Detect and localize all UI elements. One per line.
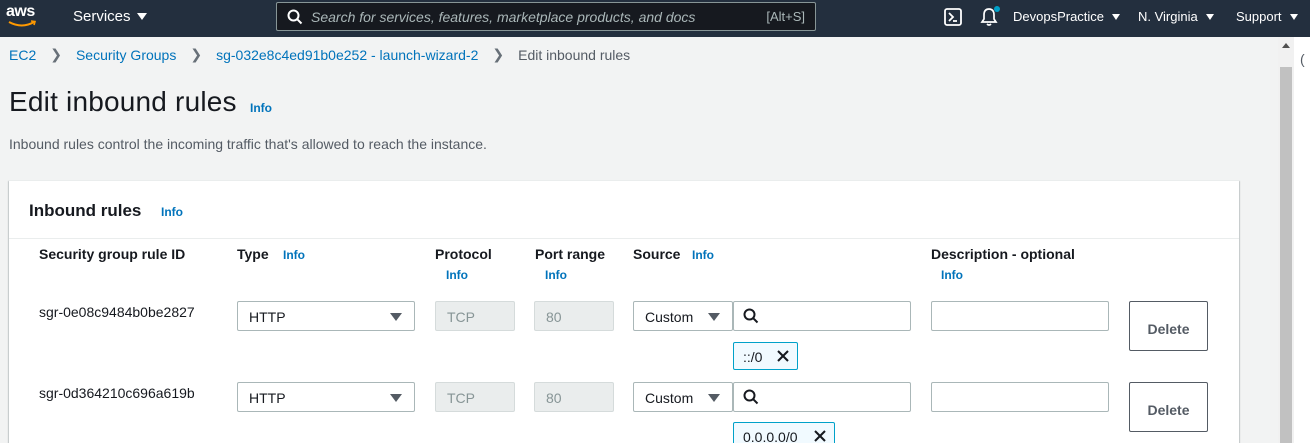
support-label: Support bbox=[1236, 9, 1282, 24]
magnifier-icon bbox=[743, 308, 759, 324]
cidr-token-value: 0.0.0.0/0 bbox=[743, 429, 798, 443]
region-label: N. Virginia bbox=[1138, 9, 1198, 24]
panel-header: Inbound rules Info bbox=[9, 181, 1239, 239]
type-select[interactable]: HTTP bbox=[237, 382, 415, 412]
support-menu[interactable]: Support bbox=[1236, 9, 1298, 24]
dropdown-caret-icon bbox=[136, 13, 147, 20]
breadcrumb-current: Edit inbound rules bbox=[518, 46, 631, 63]
top-navigation: aws Services [Alt+S] DevopsPractice N. V… bbox=[0, 0, 1310, 37]
region-menu[interactable]: N. Virginia bbox=[1138, 9, 1214, 24]
page-title: Edit inbound rules bbox=[9, 86, 237, 117]
rule-id: sgr-0d364210c696a619b bbox=[39, 385, 195, 401]
description-info-link[interactable]: Info bbox=[941, 268, 963, 282]
source-type-select[interactable]: Custom bbox=[633, 382, 733, 412]
notification-dot bbox=[994, 6, 1000, 12]
dropdown-caret-icon bbox=[1205, 13, 1214, 20]
account-label: DevopsPractice bbox=[1013, 9, 1105, 24]
scrollbar-thumb[interactable] bbox=[1280, 67, 1292, 443]
port-range-value: 80 bbox=[546, 309, 562, 325]
cidr-token-value: ::/0 bbox=[743, 349, 763, 365]
side-panel-edge: ( bbox=[1294, 37, 1310, 443]
vertical-scrollbar[interactable] bbox=[1278, 37, 1294, 443]
col-header-rule-id: Security group rule ID bbox=[39, 246, 186, 262]
aws-logo-text: aws bbox=[6, 3, 35, 20]
cloudshell-icon[interactable] bbox=[944, 8, 962, 26]
chevron-right-icon: ❯ bbox=[50, 46, 62, 62]
protocol-value: TCP bbox=[447, 309, 475, 325]
dropdown-caret-icon bbox=[708, 394, 720, 402]
dropdown-caret-icon bbox=[1289, 13, 1298, 20]
aws-smile-icon bbox=[8, 20, 37, 27]
page-info-link[interactable]: Info bbox=[250, 101, 272, 115]
port-range-field: 80 bbox=[534, 382, 614, 412]
cidr-token: 0.0.0.0/0 bbox=[733, 422, 835, 443]
services-label: Services bbox=[73, 8, 131, 25]
search-input[interactable] bbox=[311, 6, 731, 27]
source-search-input[interactable] bbox=[733, 301, 911, 331]
global-search[interactable]: [Alt+S] bbox=[276, 2, 816, 31]
aws-logo[interactable]: aws bbox=[6, 3, 40, 33]
remove-x-icon[interactable] bbox=[776, 349, 790, 363]
breadcrumb-security-group[interactable]: sg-032e8c4ed91b0e252 - launch-wizard-2 bbox=[216, 47, 478, 63]
description-input[interactable] bbox=[931, 301, 1109, 331]
side-panel-edge-glyph: ( bbox=[1300, 51, 1305, 67]
source-info-link[interactable]: Info bbox=[692, 248, 714, 262]
description-input[interactable] bbox=[931, 382, 1109, 412]
cidr-token: ::/0 bbox=[733, 342, 798, 370]
type-info-link[interactable]: Info bbox=[283, 248, 305, 262]
chevron-right-icon: ❯ bbox=[492, 46, 505, 62]
port-range-value: 80 bbox=[546, 390, 562, 406]
breadcrumb: EC2 ❯ Security Groups ❯ sg-032e8c4ed91b0… bbox=[9, 46, 630, 63]
port-range-field: 80 bbox=[534, 301, 614, 331]
protocol-field: TCP bbox=[435, 301, 515, 331]
dropdown-caret-icon bbox=[390, 313, 402, 321]
chevron-right-icon: ❯ bbox=[190, 46, 203, 62]
page-description: Inbound rules control the incoming traff… bbox=[9, 136, 487, 152]
type-select-value: HTTP bbox=[249, 390, 286, 406]
col-header-port-range: Port range bbox=[535, 246, 606, 262]
services-menu[interactable]: Services bbox=[73, 8, 147, 25]
type-select[interactable]: HTTP bbox=[237, 301, 415, 331]
protocol-info-link[interactable]: Info bbox=[446, 268, 468, 282]
col-header-type: Type bbox=[237, 246, 269, 262]
panel-info-link[interactable]: Info bbox=[161, 205, 183, 219]
breadcrumb-ec2[interactable]: EC2 bbox=[9, 47, 36, 63]
delete-rule-button[interactable]: Delete bbox=[1129, 382, 1208, 432]
rule-id: sgr-0e08c9484b0be2827 bbox=[39, 304, 195, 320]
scroll-up-arrow-icon[interactable] bbox=[1282, 43, 1290, 48]
source-type-value: Custom bbox=[645, 309, 694, 325]
source-search-input[interactable] bbox=[733, 382, 911, 412]
delete-rule-button[interactable]: Delete bbox=[1129, 301, 1208, 351]
panel-title: Inbound rules bbox=[29, 201, 142, 220]
protocol-field: TCP bbox=[435, 382, 515, 412]
magnifier-icon bbox=[743, 389, 759, 405]
col-header-protocol: Protocol bbox=[435, 246, 492, 262]
port-range-info-link[interactable]: Info bbox=[545, 268, 567, 282]
dropdown-caret-icon bbox=[1112, 13, 1121, 20]
source-type-value: Custom bbox=[645, 390, 694, 406]
search-icon bbox=[287, 9, 303, 25]
remove-x-icon[interactable] bbox=[813, 429, 827, 443]
dropdown-caret-icon bbox=[708, 313, 720, 321]
account-menu[interactable]: DevopsPractice bbox=[1013, 9, 1121, 24]
dropdown-caret-icon bbox=[390, 394, 402, 402]
protocol-value: TCP bbox=[447, 390, 475, 406]
type-select-value: HTTP bbox=[249, 309, 286, 325]
col-header-description: Description - optional bbox=[931, 246, 1075, 262]
search-shortcut-hint: [Alt+S] bbox=[766, 9, 805, 24]
col-header-source: Source bbox=[633, 246, 681, 262]
breadcrumb-security-groups[interactable]: Security Groups bbox=[76, 47, 176, 63]
source-type-select[interactable]: Custom bbox=[633, 301, 733, 331]
